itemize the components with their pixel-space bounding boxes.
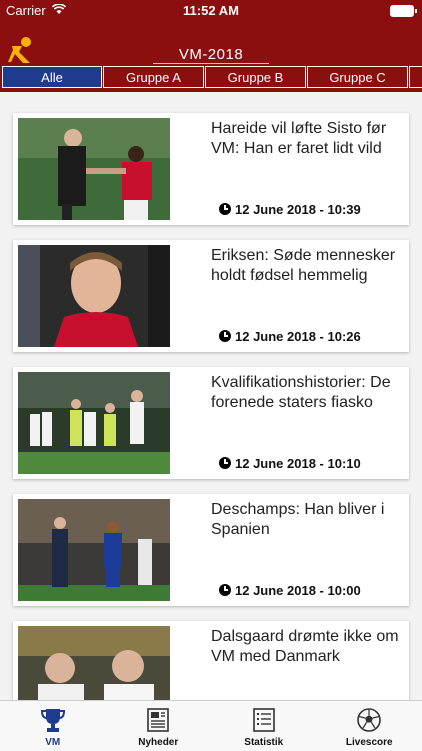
news-card[interactable]: Hareide vil løfte Sisto før VM: Han er f…: [13, 113, 409, 225]
news-date-text: 12 June 2018 - 10:39: [235, 202, 361, 217]
app-header: Carrier 11:52 AM VM-2018 Alle Gruppe A G…: [0, 0, 422, 92]
clock-time: 11:52 AM: [0, 3, 422, 18]
clock-icon: [219, 584, 231, 596]
title-underline: [153, 63, 269, 64]
trophy-icon: [40, 707, 66, 733]
nav-vm[interactable]: VM: [0, 701, 106, 751]
news-card[interactable]: Eriksen: Søde mennesker holdt fødsel hem…: [13, 240, 409, 352]
news-thumbnail: [18, 626, 170, 700]
tab-gruppe-b[interactable]: Gruppe B: [205, 66, 306, 88]
news-date: 12 June 2018 - 10:00: [219, 583, 361, 598]
news-headline: Dalsgaard drømte ikke om VM med Danmark: [211, 627, 407, 667]
news-headline: Deschamps: Han bliver i Spanien: [211, 500, 407, 540]
tab-alle[interactable]: Alle: [2, 66, 102, 88]
tab-gruppe-c[interactable]: Gruppe C: [307, 66, 408, 88]
news-date: 12 June 2018 - 10:26: [219, 329, 361, 344]
bottom-nav: VM Nyheder: [0, 700, 422, 751]
group-tabs: Alle Gruppe A Gruppe B Gruppe C: [2, 66, 422, 90]
status-bar: Carrier 11:52 AM: [0, 0, 422, 22]
news-date: 12 June 2018 - 10:10: [219, 456, 361, 471]
nav-vm-label: VM: [0, 737, 106, 748]
list-icon: [251, 707, 277, 733]
nav-nyheder-label: Nyheder: [106, 737, 212, 748]
news-card[interactable]: Deschamps: Han bliver i Spanien 12 June …: [13, 494, 409, 606]
clock-icon: [219, 203, 231, 215]
page-title: VM-2018: [0, 46, 422, 63]
news-thumbnail: [18, 499, 170, 601]
nav-nyheder[interactable]: Nyheder: [106, 701, 212, 751]
battery-icon: [390, 5, 414, 17]
news-thumbnail: [18, 372, 170, 474]
nav-statistik-label: Statistik: [211, 737, 317, 748]
news-date: 12 June 2018 - 10:39: [219, 202, 361, 217]
news-headline: Eriksen: Søde mennesker holdt fødsel hem…: [211, 246, 407, 286]
clock-icon: [219, 330, 231, 342]
nav-statistik[interactable]: Statistik: [211, 701, 317, 751]
news-thumbnail: [18, 245, 170, 347]
news-card[interactable]: Dalsgaard drømte ikke om VM med Danmark: [13, 621, 409, 700]
news-date-text: 12 June 2018 - 10:10: [235, 456, 361, 471]
clock-icon: [219, 457, 231, 469]
news-thumbnail: [18, 118, 170, 220]
news-headline: Hareide vil løfte Sisto før VM: Han er f…: [211, 119, 407, 159]
nav-livescore[interactable]: Livescore: [317, 701, 422, 751]
news-card[interactable]: Kvalifikationshistorier: De forenede sta…: [13, 367, 409, 479]
tab-gruppe-a[interactable]: Gruppe A: [103, 66, 204, 88]
soccer-ball-icon: [356, 707, 382, 733]
newspaper-icon: [145, 707, 171, 733]
tab-more[interactable]: [409, 66, 422, 88]
news-date-text: 12 June 2018 - 10:26: [235, 329, 361, 344]
news-list: Hareide vil løfte Sisto før VM: Han er f…: [0, 92, 422, 700]
news-headline: Kvalifikationshistorier: De forenede sta…: [211, 373, 407, 413]
nav-livescore-label: Livescore: [317, 737, 422, 748]
news-date-text: 12 June 2018 - 10:00: [235, 583, 361, 598]
